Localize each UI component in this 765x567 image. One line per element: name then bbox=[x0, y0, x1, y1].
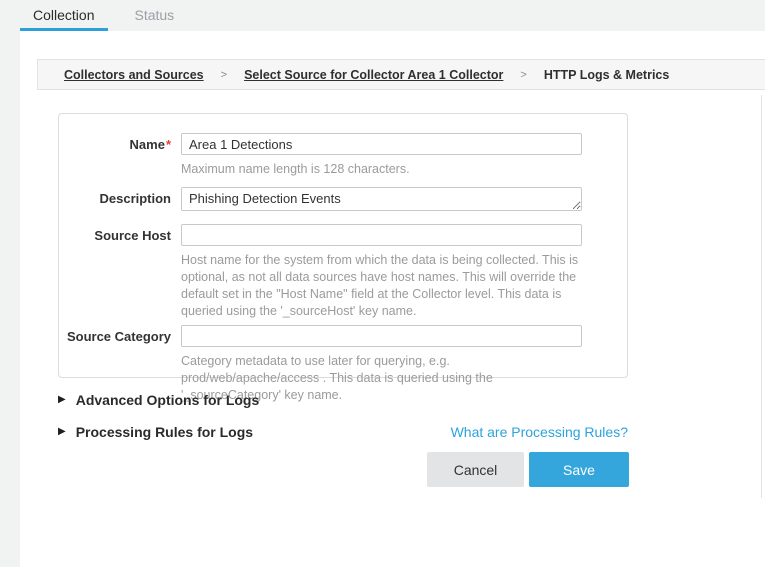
top-tab-bar: Collection Status bbox=[0, 0, 765, 31]
name-label-text: Name bbox=[130, 137, 165, 152]
required-asterisk: * bbox=[166, 137, 171, 152]
source-host-label: Source Host bbox=[59, 224, 171, 320]
source-host-field-row: Source Host Host name for the system fro… bbox=[59, 224, 627, 320]
breadcrumb-separator-icon: > bbox=[520, 69, 526, 81]
form-actions: Cancel Save bbox=[58, 452, 629, 487]
source-config-form: Name* Maximum name length is 128 charact… bbox=[58, 113, 628, 378]
breadcrumb-current-page: HTTP Logs & Metrics bbox=[544, 68, 669, 82]
source-category-input[interactable] bbox=[181, 325, 582, 347]
tab-status[interactable]: Status bbox=[121, 0, 187, 31]
name-label: Name* bbox=[59, 133, 171, 178]
source-host-input[interactable] bbox=[181, 224, 582, 246]
advanced-options-section[interactable]: ▶ Advanced Options for Logs bbox=[58, 392, 628, 408]
panel-right-divider bbox=[761, 95, 762, 498]
name-field-row: Name* Maximum name length is 128 charact… bbox=[59, 133, 627, 178]
processing-rules-section[interactable]: ▶ Processing Rules for Logs What are Pro… bbox=[58, 424, 628, 440]
description-label: Description bbox=[59, 187, 171, 216]
breadcrumb-select-source[interactable]: Select Source for Collector Area 1 Colle… bbox=[244, 68, 503, 82]
breadcrumb-collectors-and-sources[interactable]: Collectors and Sources bbox=[64, 68, 204, 82]
breadcrumb: Collectors and Sources > Select Source f… bbox=[37, 59, 765, 90]
name-help-text: Maximum name length is 128 characters. bbox=[181, 161, 582, 178]
expand-triangle-icon[interactable]: ▶ bbox=[58, 395, 66, 405]
cancel-button[interactable]: Cancel bbox=[427, 452, 524, 487]
name-input[interactable] bbox=[181, 133, 582, 155]
save-button[interactable]: Save bbox=[529, 452, 629, 487]
processing-rules-title[interactable]: Processing Rules for Logs bbox=[76, 424, 253, 440]
source-host-help-text: Host name for the system from which the … bbox=[181, 252, 582, 320]
advanced-options-title[interactable]: Advanced Options for Logs bbox=[76, 392, 260, 408]
description-field-row: Description Phishing Detection Events bbox=[59, 187, 627, 216]
breadcrumb-separator-icon: > bbox=[221, 69, 227, 81]
what-are-processing-rules-link[interactable]: What are Processing Rules? bbox=[451, 424, 628, 440]
content-panel: Collectors and Sources > Select Source f… bbox=[20, 31, 765, 567]
tab-collection[interactable]: Collection bbox=[20, 0, 107, 31]
description-textarea[interactable]: Phishing Detection Events bbox=[181, 187, 582, 211]
expand-triangle-icon[interactable]: ▶ bbox=[58, 427, 66, 437]
